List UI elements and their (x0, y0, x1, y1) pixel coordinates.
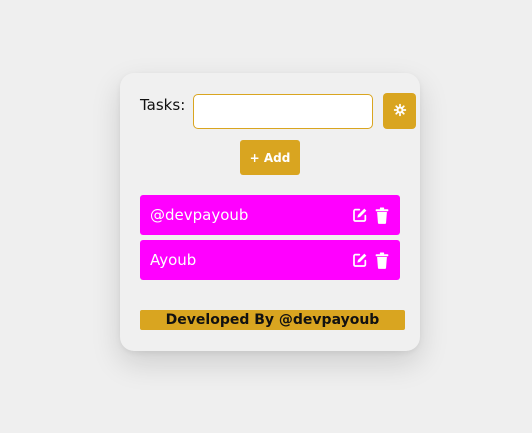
task-text: @devpayoub (150, 206, 249, 224)
trash-icon[interactable] (373, 251, 390, 269)
task-item: Ayoub (140, 240, 400, 280)
settings-button[interactable] (383, 93, 416, 129)
trash-icon[interactable] (373, 206, 390, 224)
task-text: Ayoub (150, 251, 197, 269)
todo-card: Tasks: + Add @devpayoub Ayoub Developed … (120, 73, 420, 351)
add-task-button[interactable]: + Add (240, 140, 300, 175)
gear-icon (393, 102, 407, 121)
footer-credit: Developed By @devpayoub (140, 310, 405, 330)
edit-icon[interactable] (351, 252, 368, 269)
edit-icon[interactable] (351, 207, 368, 224)
tasks-label: Tasks: (140, 96, 186, 114)
task-input[interactable] (193, 94, 373, 129)
task-item: @devpayoub (140, 195, 400, 235)
